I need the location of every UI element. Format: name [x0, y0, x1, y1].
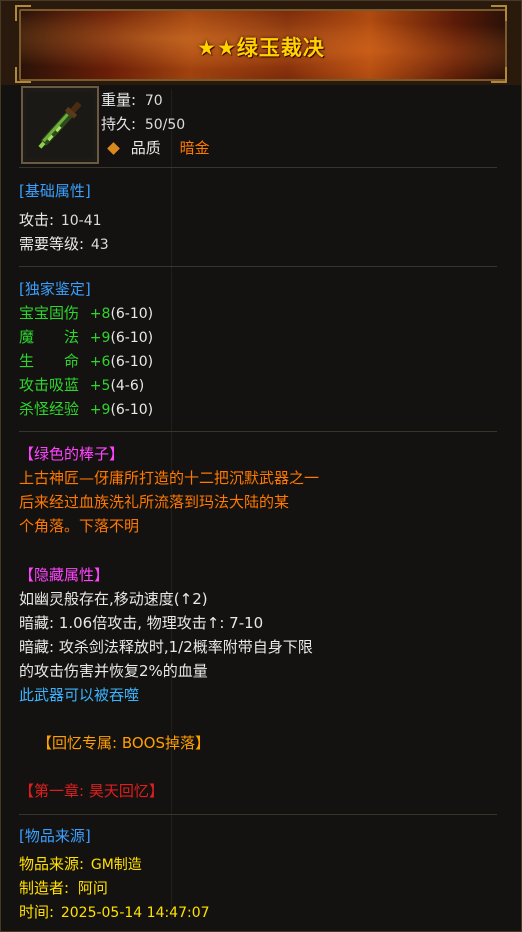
durability-row: 持久: 50/50 — [101, 113, 185, 134]
exclusive-header: [独家鉴定] — [19, 280, 91, 298]
stat-name: 攻击吸蓝 — [19, 376, 80, 394]
stat-row: 魔 法 +9(6-10) — [19, 326, 153, 347]
item-tooltip-panel: ★★绿玉裁决 重量: 70 持久: 50/50 品质 暗金 [基础属性] 攻击:… — [0, 0, 522, 932]
stat-bonus: +8 — [89, 306, 111, 322]
chapter-label: 【第一章: 昊天回忆】 — [19, 782, 164, 800]
jade-sword-icon — [27, 92, 93, 158]
hidden-line: 的攻击伤害并恢复2%的血量 — [19, 662, 208, 680]
origin-row: 物品来源: GM制造 — [19, 853, 142, 874]
separator — [19, 431, 497, 432]
stat-row: 生 命 +6(6-10) — [19, 350, 153, 371]
stat-row: 攻击吸蓝 +5(4-6) — [19, 374, 144, 395]
origin-value: GM制造 — [90, 857, 142, 873]
weight-label: 重量: — [101, 91, 137, 109]
basic-attributes-header: [基础属性] — [19, 182, 91, 200]
banner-corner — [491, 5, 507, 21]
hidden-attributes-header: 【隐藏属性】 — [19, 566, 110, 584]
lore-line: 后来经过血族洗礼所流落到玛法大陆的某 — [19, 493, 290, 511]
stat-name: 杀怪经验 — [19, 400, 80, 418]
stat-bonus: +9 — [89, 402, 111, 418]
maker-label: 制造者: — [19, 879, 70, 897]
lore-line: 上古神匠—伢庸所打造的十二把沉默武器之一 — [19, 469, 320, 487]
stat-bonus: +5 — [89, 378, 111, 394]
source-header: [物品来源] — [19, 827, 91, 845]
quality-value: 暗金 — [179, 139, 210, 157]
weight-value: 70 — [144, 93, 163, 109]
stat-bonus: +9 — [89, 330, 111, 346]
hidden-line: 暗藏: 攻杀剑法释放时,1/2概率附带自身下限 — [19, 638, 313, 656]
maker-value: 阿问 — [77, 879, 108, 897]
stat-bonus: +6 — [89, 354, 111, 370]
banner-corner — [15, 67, 31, 83]
maker-row: 制造者: 阿问 — [19, 877, 108, 898]
stat-row: 杀怪经验 +9(6-10) — [19, 398, 153, 419]
hidden-line: 如幽灵般存在,移动速度(↑2) — [19, 590, 208, 608]
stat-row: 宝宝固伤 +8(6-10) — [19, 302, 153, 323]
item-icon-slot[interactable] — [21, 86, 99, 164]
separator — [19, 814, 497, 815]
attack-label: 攻击: — [19, 211, 55, 229]
banner-corner — [15, 5, 31, 21]
durability-value: 50/50 — [144, 117, 186, 133]
level-row: 需要等级: 43 — [19, 233, 109, 254]
lore-header: 【绿色的棒子】 — [19, 445, 125, 463]
item-title: ★★绿玉裁决 — [197, 36, 325, 60]
time-value: 2025-05-14 14:47:07 — [60, 905, 210, 921]
stat-range: (6-10) — [110, 354, 154, 370]
time-row: 时间: 2025-05-14 14:47:07 — [19, 901, 210, 922]
level-label: 需要等级: — [19, 235, 85, 253]
separator — [19, 266, 497, 267]
attack-value: 10-41 — [60, 213, 102, 229]
hidden-line: 暗藏: 1.06倍攻击, 物理攻击↑: 7-10 — [19, 614, 264, 632]
separator — [19, 167, 497, 168]
attack-row: 攻击: 10-41 — [19, 209, 102, 230]
memory-exclusive: 【回忆专属: BOOS掉落】 — [37, 734, 210, 752]
stat-range: (6-10) — [110, 330, 154, 346]
weight-row: 重量: 70 — [101, 89, 163, 110]
level-value: 43 — [90, 237, 109, 253]
devour-note: 此武器可以被吞噬 — [19, 686, 140, 704]
quality-label: 品质 — [130, 139, 161, 157]
durability-label: 持久: — [101, 115, 137, 133]
time-label: 时间: — [19, 903, 55, 921]
lore-line: 个角落。下落不明 — [19, 517, 140, 535]
banner-corner — [491, 67, 507, 83]
origin-label: 物品来源: — [19, 855, 85, 873]
stat-range: (6-10) — [110, 306, 154, 322]
stat-range: (4-6) — [110, 378, 145, 394]
stat-name: 宝宝固伤 — [19, 304, 80, 322]
title-banner: ★★绿玉裁决 — [1, 1, 521, 85]
quality-row: 品质 暗金 — [105, 137, 210, 158]
diamond-icon — [107, 141, 120, 155]
stat-name: 魔 法 — [19, 328, 80, 346]
stat-range: (6-10) — [110, 402, 154, 418]
stat-name: 生 命 — [19, 352, 80, 370]
